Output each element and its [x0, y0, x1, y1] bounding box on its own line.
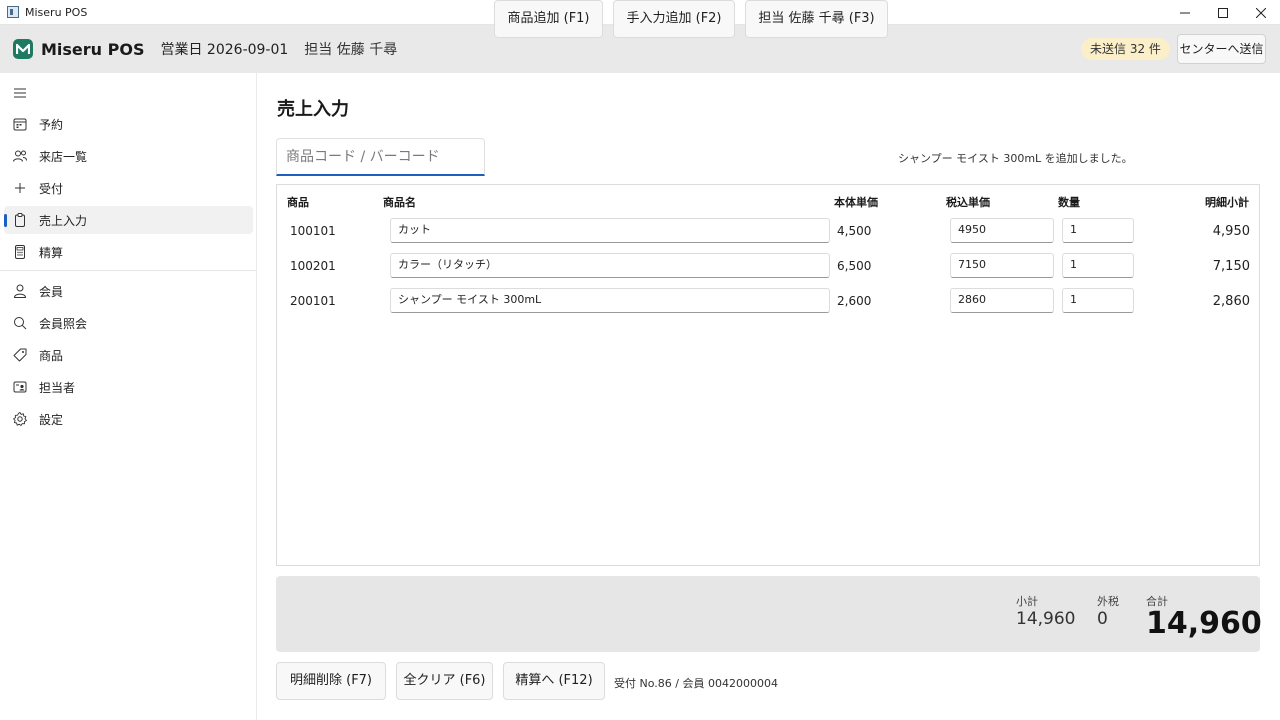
clear-all-button[interactable]: 全クリア (F6)	[396, 662, 493, 700]
sidebar-item-label: 予約	[39, 118, 64, 132]
minimize-button[interactable]	[1166, 0, 1204, 25]
clipboard-icon	[15, 213, 25, 227]
sidebar-item-reception[interactable]: 受付	[4, 174, 253, 202]
calculator-icon	[15, 245, 25, 259]
sidebar-item-label: 会員照会	[39, 317, 88, 331]
column-header-quantity: 数量	[1058, 196, 1080, 209]
row-base-price: 6,500	[837, 259, 872, 273]
row-base-price: 4,500	[837, 224, 872, 238]
search-icon	[14, 317, 27, 330]
sidebar-item-member[interactable]: 会員	[4, 277, 253, 305]
sidebar-item-sales-entry[interactable]: 売上入力	[4, 206, 253, 234]
column-header-code: 商品	[287, 196, 309, 209]
app-window-icon	[7, 6, 19, 18]
column-header-subtotal: 明細小計	[1205, 196, 1249, 209]
maximize-icon	[1218, 7, 1228, 18]
sidebar-item-label: 担当者	[39, 381, 76, 395]
row-quantity-field[interactable]: 1	[1062, 253, 1134, 278]
sidebar-item-label: 受付	[39, 182, 64, 196]
row-code: 200101	[290, 294, 336, 308]
column-header-tax-price: 税込単価	[946, 196, 990, 209]
tag-icon	[13, 348, 27, 362]
sidebar-item-member-lookup[interactable]: 会員照会	[4, 309, 253, 337]
row-subtotal: 7,150	[1212, 259, 1250, 274]
app-logo-icon	[13, 39, 33, 59]
page-title: 売上入力	[277, 99, 349, 120]
row-name-field[interactable]: カット	[390, 218, 830, 243]
sidebar-item-label: 商品	[39, 349, 64, 363]
product-code-input[interactable]	[276, 138, 485, 176]
delete-line-button[interactable]: 明細削除 (F7)	[276, 662, 386, 700]
row-base-price: 2,600	[837, 294, 872, 308]
sidebar: 予約 来店一覧 受付 売上入力 精算 会員 会員照会 商品 担当者 設定	[0, 73, 257, 720]
sidebar-divider	[0, 270, 257, 271]
person-icon	[13, 284, 27, 298]
minimize-icon	[1180, 12, 1190, 13]
send-to-center-button[interactable]: センターへ送信	[1177, 34, 1266, 64]
sidebar-item-label: 会員	[39, 285, 64, 299]
row-name-field[interactable]: カラー（リタッチ）	[390, 253, 830, 278]
sidebar-item-reservation[interactable]: 予約	[4, 110, 253, 138]
unsent-badge: 未送信 32 件	[1081, 38, 1170, 60]
row-quantity-field[interactable]: 1	[1062, 288, 1134, 313]
manual-add-button[interactable]: 手入力追加 (F2)	[613, 0, 735, 38]
row-code: 100201	[290, 259, 336, 273]
row-quantity-field[interactable]: 1	[1062, 218, 1134, 243]
sidebar-item-label: 来店一覧	[39, 150, 88, 164]
current-staff: 担当 佐藤 千尋	[304, 42, 398, 58]
sidebar-item-visit-list[interactable]: 来店一覧	[4, 142, 253, 170]
close-button[interactable]	[1242, 0, 1280, 25]
sidebar-item-settings[interactable]: 設定	[4, 405, 253, 433]
checkout-button[interactable]: 精算へ (F12)	[503, 662, 605, 700]
calendar-icon	[13, 118, 27, 131]
row-tax-price-field[interactable]: 4950	[950, 218, 1054, 243]
tax-value: 0	[1097, 609, 1108, 629]
business-date: 営業日 2026-09-01	[160, 42, 289, 58]
sidebar-item-label: 精算	[39, 246, 64, 260]
row-subtotal: 4,950	[1212, 224, 1250, 239]
subtotal-label: 小計	[1016, 595, 1038, 608]
people-icon	[13, 150, 27, 162]
column-header-base-price: 本体単価	[834, 196, 878, 209]
sidebar-item-label: 売上入力	[39, 214, 88, 228]
sidebar-item-staff[interactable]: 担当者	[4, 373, 253, 401]
reception-info: 受付 No.86 / 会員 0042000004	[614, 677, 778, 690]
row-code: 100101	[290, 224, 336, 238]
gear-icon	[13, 412, 27, 426]
sidebar-item-products[interactable]: 商品	[4, 341, 253, 369]
sidebar-item-label: 設定	[39, 413, 64, 427]
row-name-field[interactable]: シャンプー モイスト 300mL	[390, 288, 830, 313]
active-indicator	[4, 214, 7, 227]
line-items-table: 商品 商品名 本体単価 税込単価 数量 明細小計 100101 カット 4,50…	[276, 184, 1260, 566]
window-title: Miseru POS	[25, 5, 88, 19]
hamburger-menu-icon[interactable]	[12, 85, 28, 101]
column-header-name: 商品名	[383, 196, 416, 209]
row-subtotal: 2,860	[1212, 294, 1250, 309]
row-tax-price-field[interactable]: 7150	[950, 253, 1054, 278]
close-icon	[1256, 7, 1266, 18]
sidebar-item-checkout[interactable]: 精算	[4, 238, 253, 266]
maximize-button[interactable]	[1204, 0, 1242, 25]
totals-panel: 小計 14,960 外税 0 合計 14,960	[276, 576, 1262, 652]
contact-card-icon	[13, 381, 27, 393]
status-message: シャンプー モイスト 300mL を追加しました。	[898, 152, 1133, 165]
row-tax-price-field[interactable]: 2860	[950, 288, 1054, 313]
tax-label: 外税	[1097, 595, 1119, 608]
subtotal-value: 14,960	[1016, 609, 1076, 629]
app-name: Miseru POS	[41, 39, 145, 59]
staff-select-button[interactable]: 担当 佐藤 千尋 (F3)	[745, 0, 888, 38]
add-product-button[interactable]: 商品追加 (F1)	[494, 0, 603, 38]
plus-icon	[15, 183, 25, 193]
total-value: 14,960	[1146, 606, 1262, 641]
